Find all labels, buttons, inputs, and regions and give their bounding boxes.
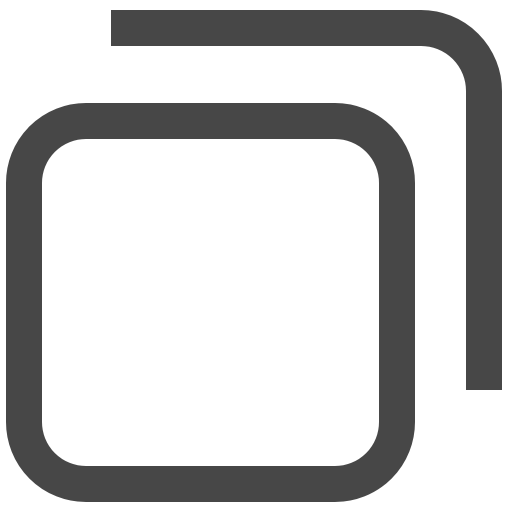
copy-icon: [6, 10, 502, 502]
front-sheet-outline: [6, 103, 415, 502]
back-sheet-outline: [111, 10, 502, 390]
copy-icon-canvas: [0, 0, 512, 512]
